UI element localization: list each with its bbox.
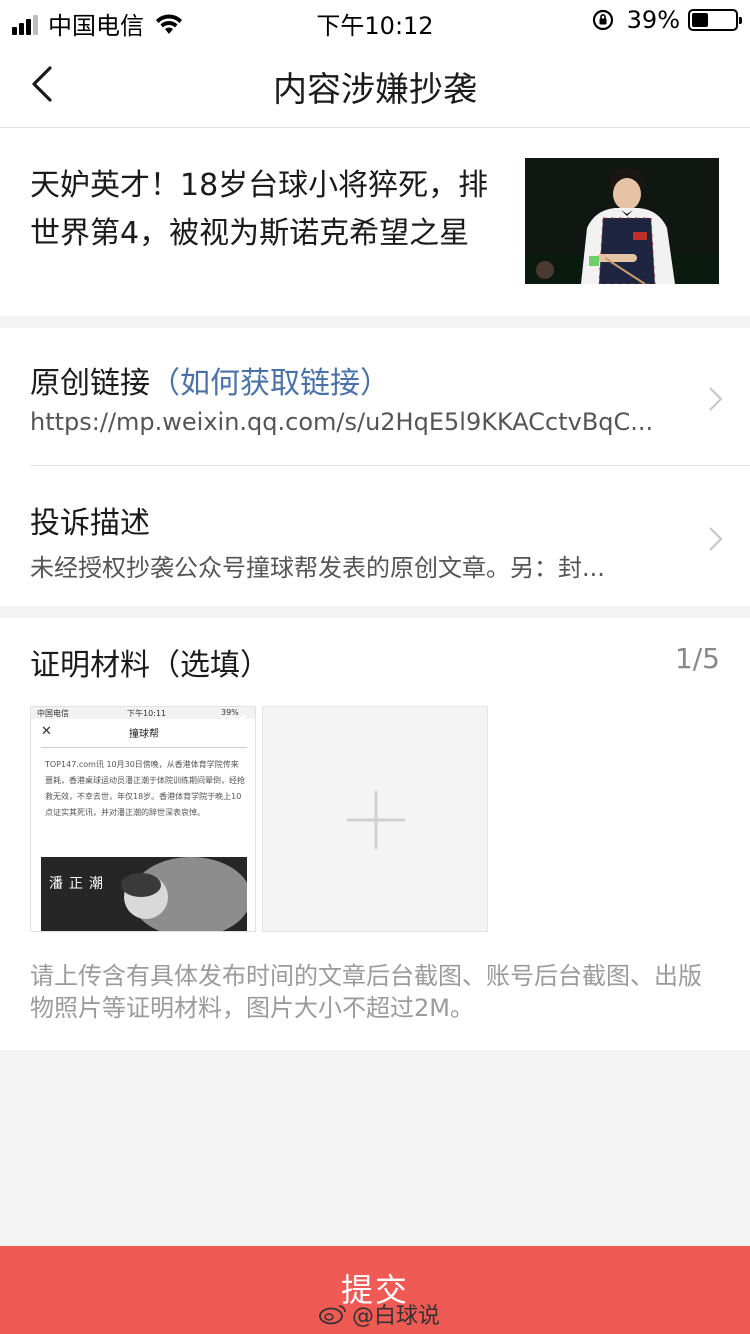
original-link-value: https://mp.weixin.qq.com/s/u2HqE5l9KKACc… <box>30 408 654 436</box>
original-link-label: 原创链接 <box>30 366 150 401</box>
complaint-description-label: 投诉描述 <box>30 506 150 541</box>
add-image-button[interactable] <box>262 706 488 932</box>
thumb-carrier: 中国电信 <box>37 709 69 718</box>
thumb-page-title: 撞球帮 <box>129 729 159 740</box>
complaint-form: 原创链接（如何获取链接） https://mp.weixin.qq.com/s/… <box>0 328 750 606</box>
weibo-icon <box>319 1305 346 1325</box>
article-card[interactable]: 天妒英才！18岁台球小将猝死，排世界第4，被视为斯诺克希望之星 <box>0 128 750 316</box>
chevron-right-icon <box>709 527 723 551</box>
thumb-body-text: TOP147.com讯 10月30日傍晚，从香港体育学院传来噩耗，香港桌球运动员… <box>45 760 245 817</box>
rotation-lock-icon <box>592 9 613 31</box>
thumb-photo-caption: 潘正潮 <box>49 876 109 892</box>
thumb-time: 下午10:11 <box>127 709 167 718</box>
article-title: 天妒英才！18岁台球小将猝死，排世界第4，被视为斯诺克希望之星 <box>30 168 489 251</box>
watermark: @白球说 <box>318 1298 440 1330</box>
complaint-description-row[interactable]: 投诉描述 未经授权抄袭公众号撞球帮发表的原创文章。另：封... <box>30 468 750 606</box>
proof-materials-section: 证明材料（选填） 1/5 中国电信 下午10:11 39% ✕ 撞球帮 TOP1… <box>0 618 750 1050</box>
watermark-text: @白球说 <box>352 1304 441 1329</box>
nav-bar: 内容涉嫌抄袭 <box>0 40 750 128</box>
complaint-description-value: 未经授权抄袭公众号撞球帮发表的原创文章。另：封... <box>30 554 605 582</box>
battery-percent: 39% <box>626 6 680 34</box>
battery-icon <box>688 9 742 31</box>
how-to-get-link[interactable]: （如何获取链接） <box>150 366 390 401</box>
remove-image-icon[interactable] <box>227 713 247 733</box>
upload-hint-text: 请上传含有具体发布时间的文章后台截图、账号后台截图、出版物照片等证明材料，图片大… <box>30 962 702 1022</box>
plus-icon <box>347 791 405 849</box>
chevron-right-icon <box>709 387 723 411</box>
page-title: 内容涉嫌抄袭 <box>273 70 477 110</box>
article-thumbnail <box>525 158 719 284</box>
proof-count: 1/5 <box>674 642 720 675</box>
thumb-photo: 潘正潮 <box>41 857 247 931</box>
proof-materials-title: 证明材料（选填） <box>30 648 270 683</box>
original-link-row[interactable]: 原创链接（如何获取链接） https://mp.weixin.qq.com/s/… <box>30 328 750 466</box>
status-bar: 中国电信 下午10:12 39% <box>0 0 750 40</box>
uploaded-image[interactable]: 中国电信 下午10:11 39% ✕ 撞球帮 TOP147.com讯 10月30… <box>30 706 256 932</box>
